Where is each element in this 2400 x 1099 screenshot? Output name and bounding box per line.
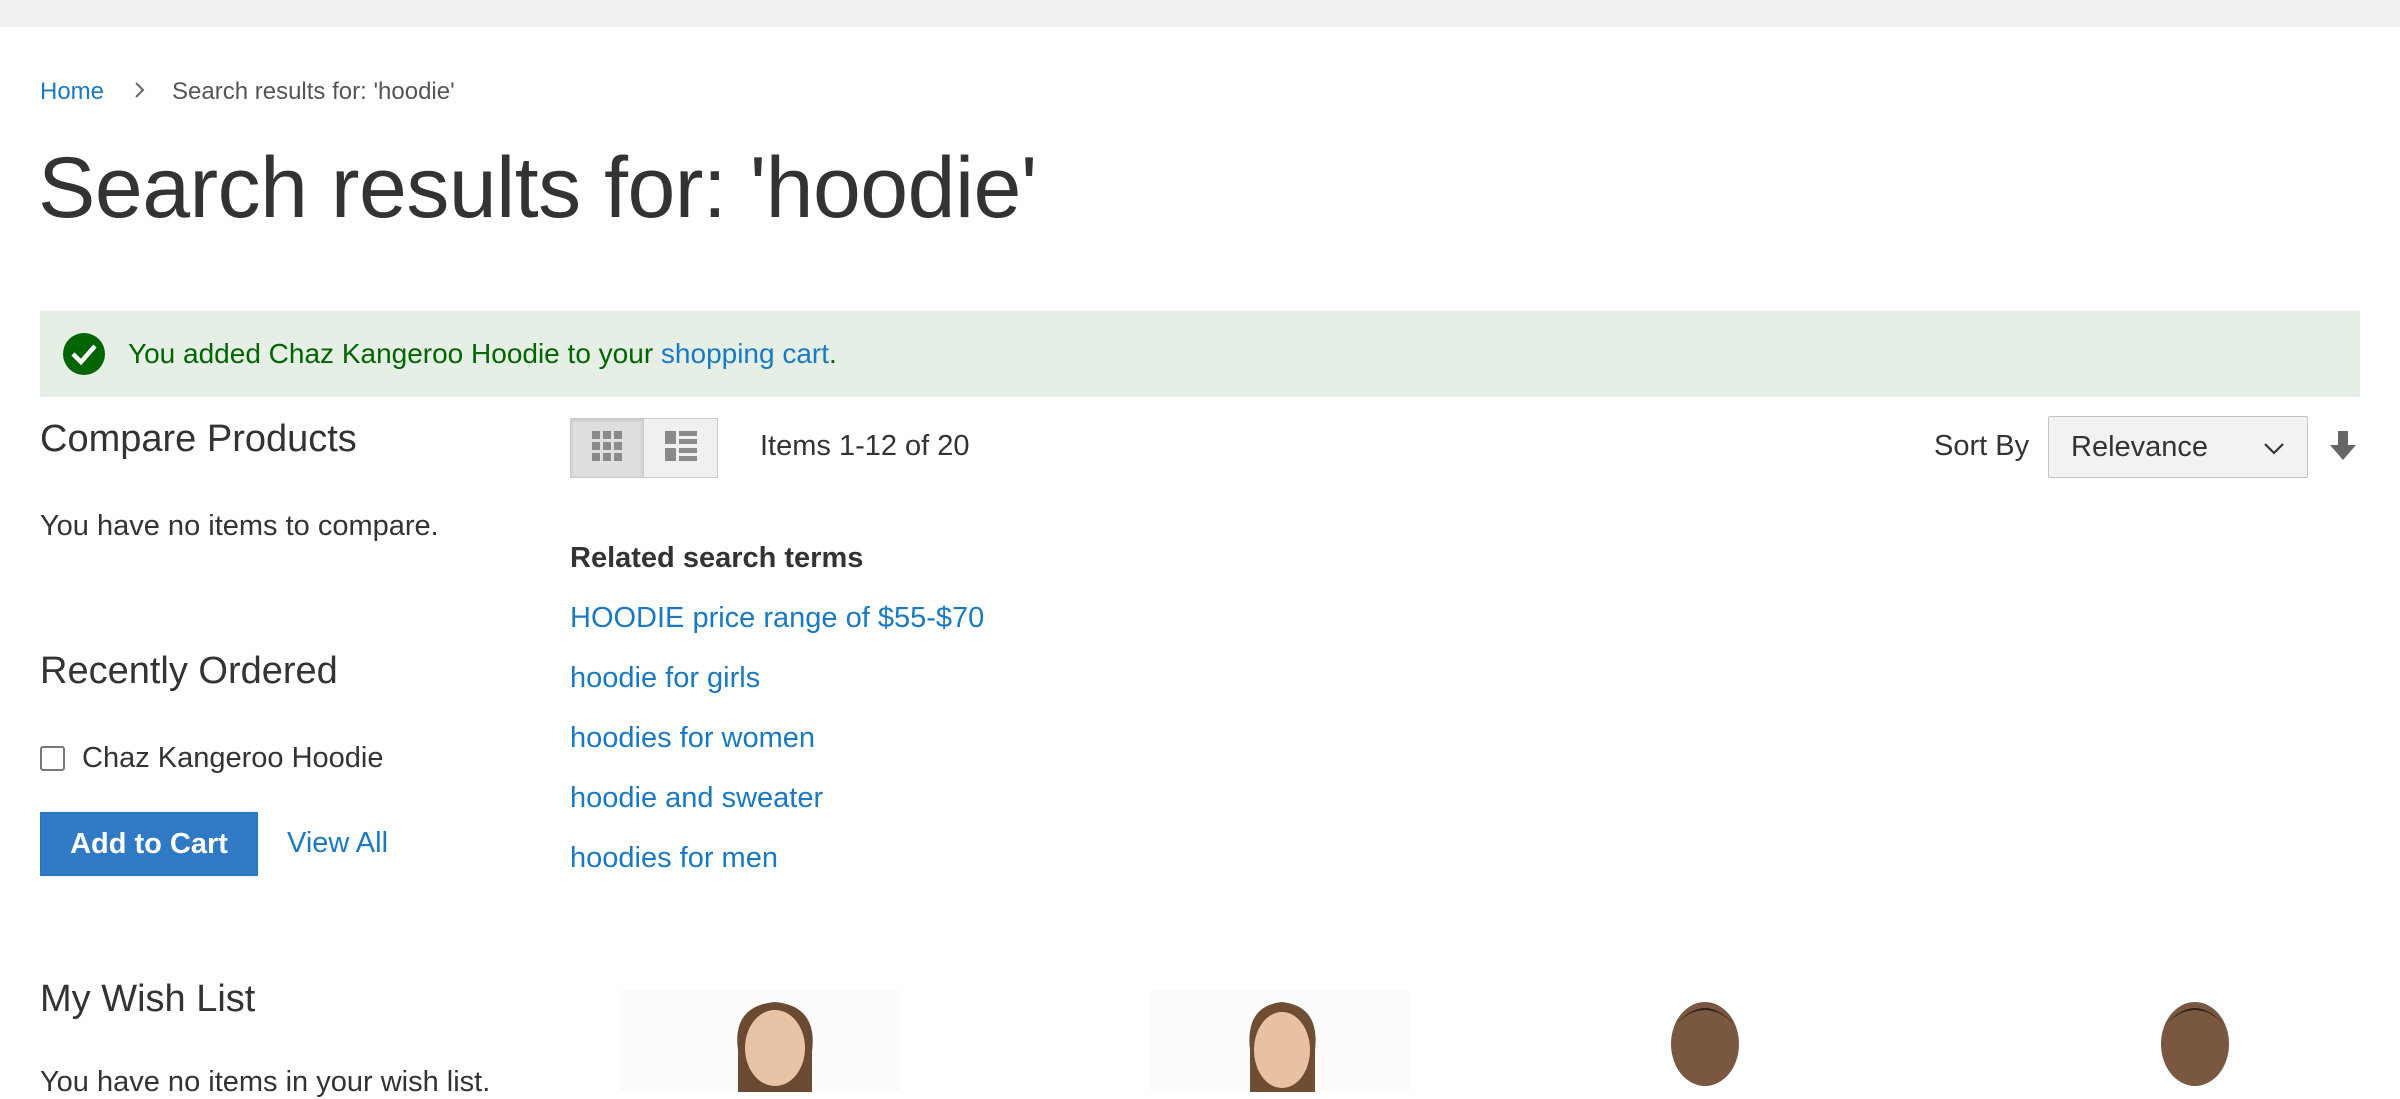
sort-by-select[interactable]: Relevance [2048, 416, 2308, 478]
view-mode-switcher [570, 418, 718, 478]
breadcrumb: Home Search results for: 'hoodie' [40, 78, 455, 106]
message-prefix: You added Chaz Kangeroo Hoodie to your [128, 338, 661, 369]
chevron-down-icon [2263, 437, 2285, 464]
list-icon [664, 430, 698, 467]
shopping-cart-link[interactable]: shopping cart [661, 338, 829, 369]
related-search-terms-title: Related search terms [570, 542, 864, 574]
related-term-link[interactable]: hoodie for girls [570, 662, 760, 695]
chevron-right-icon [134, 79, 146, 105]
add-to-cart-button[interactable]: Add to Cart [40, 812, 258, 876]
sort-by-label: Sort By [1934, 430, 2030, 462]
toolbar-amount: Items 1-12 of 20 [760, 430, 970, 462]
breadcrumb-current: Search results for: 'hoodie' [172, 78, 455, 105]
success-message: You added Chaz Kangeroo Hoodie to your s… [40, 311, 2360, 397]
view-all-link[interactable]: View All [287, 827, 388, 860]
recently-ordered-title: Recently Ordered [40, 650, 338, 692]
related-term-link[interactable]: hoodies for men [570, 842, 778, 875]
wishlist-empty-text: You have no items in your wish list. [40, 1066, 491, 1098]
compare-empty-text: You have no items to compare. [40, 510, 439, 542]
product-image[interactable] [1620, 990, 1800, 1092]
recently-ordered-item: Chaz Kangeroo Hoodie [40, 742, 383, 775]
page-title: Search results for: 'hoodie' [38, 140, 1037, 236]
related-term-link[interactable]: HOODIE price range of $55-$70 [570, 602, 984, 635]
grid-icon [591, 430, 623, 467]
arrow-down-icon[interactable] [2329, 430, 2357, 467]
recently-ordered-item-label: Chaz Kangeroo Hoodie [82, 742, 384, 774]
sort-by-value: Relevance [2071, 430, 2209, 463]
related-term-link[interactable]: hoodie and sweater [570, 782, 823, 815]
top-bar [0, 0, 2400, 27]
product-image[interactable] [2110, 990, 2290, 1092]
breadcrumb-home-link[interactable]: Home [40, 78, 104, 106]
wishlist-title: My Wish List [40, 978, 256, 1020]
related-term-link[interactable]: hoodies for women [570, 722, 815, 755]
list-mode-button[interactable] [644, 418, 718, 478]
product-image[interactable] [1150, 990, 1410, 1092]
message-suffix: . [829, 338, 837, 369]
grid-mode-button[interactable] [570, 418, 644, 478]
compare-products-title: Compare Products [40, 418, 357, 460]
success-message-text: You added Chaz Kangeroo Hoodie to your s… [128, 338, 837, 370]
check-icon [63, 333, 105, 375]
product-image[interactable] [620, 990, 900, 1092]
recently-ordered-checkbox[interactable] [40, 746, 65, 771]
